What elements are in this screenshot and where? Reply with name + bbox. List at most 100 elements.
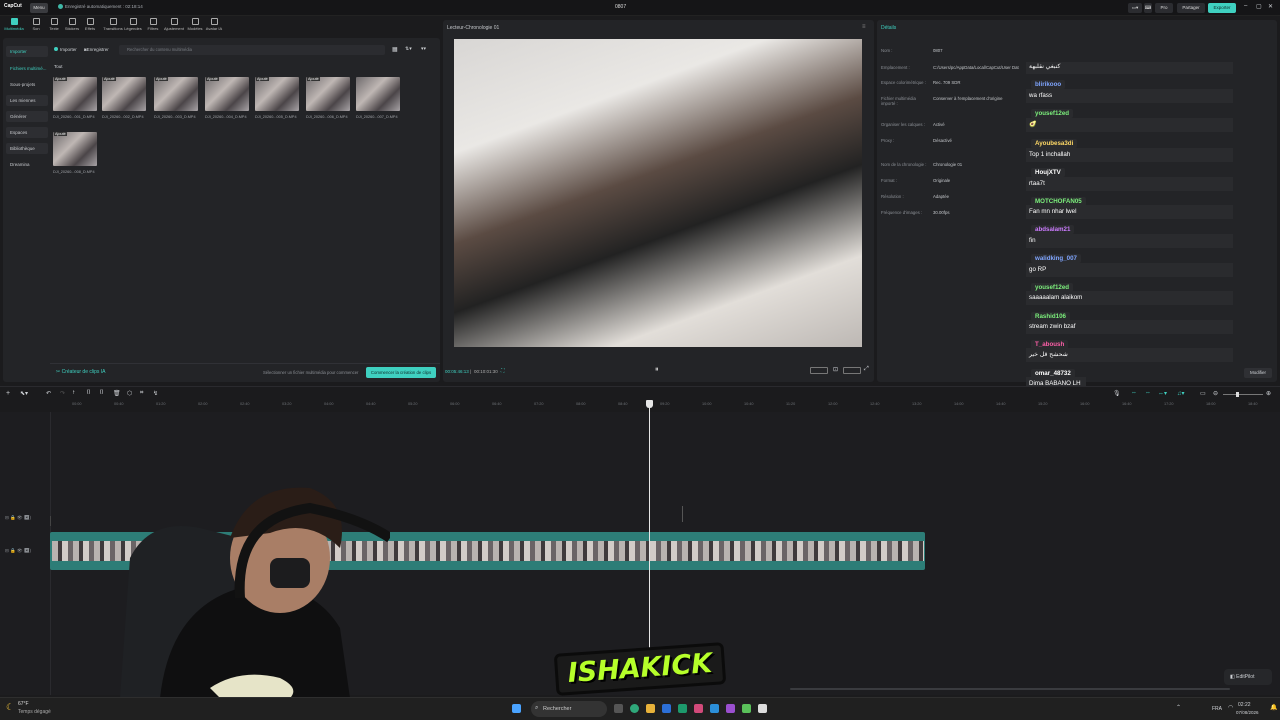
tool-stickers[interactable]: Stickers [62, 18, 82, 31]
export-button[interactable]: Exporter [1208, 3, 1236, 13]
tool-effects[interactable]: Effets [80, 18, 100, 31]
playhead-handle[interactable] [646, 400, 653, 408]
track-controls-1[interactable]: ⊟ 🔒 👁 ◀) [5, 515, 31, 521]
media-item[interactable]: Ajouté DJI_20260...004_D.MP4 [205, 77, 249, 119]
tool-filters[interactable]: Filtres [143, 18, 163, 31]
clip-creator-label[interactable]: ✂ Créateur de clips IA [56, 369, 106, 375]
zoom-slider-handle[interactable] [1236, 392, 1239, 397]
notification-icon[interactable]: 🔔 [1270, 704, 1277, 711]
share-button[interactable]: Partager [1177, 3, 1205, 13]
tool-multimedia[interactable]: Multimédia [4, 18, 24, 31]
split-icon[interactable]: ⟊ [73, 390, 75, 397]
playhead[interactable] [649, 400, 650, 660]
select-tool-icon[interactable]: ⬉▾ [20, 390, 28, 397]
more-icon[interactable]: ≡ [862, 24, 866, 30]
app-icon[interactable] [678, 704, 687, 713]
tray-chevron-icon[interactable]: ⌃ [1176, 704, 1181, 711]
app-icon[interactable] [694, 704, 703, 713]
fullscreen-toggle-icon[interactable]: ⛶ [501, 368, 505, 374]
redo-icon[interactable]: ↷ [60, 390, 65, 397]
track-controls-2[interactable]: ⊟ 🔒 👁 ◀) [5, 548, 31, 554]
audio-link-icon[interactable]: ♫▾ [1177, 390, 1185, 397]
tool-templates[interactable]: Modèles [185, 18, 205, 31]
tool-audio[interactable]: Son [26, 18, 46, 31]
delete-icon[interactable]: 🗑 [113, 390, 121, 397]
category-library[interactable]: Bibliothèque [6, 143, 48, 154]
browser-icon[interactable] [630, 704, 639, 713]
tool-adjust[interactable]: Ajustement [163, 18, 185, 31]
maximize-icon[interactable]: ▢ [1256, 3, 1262, 10]
media-item[interactable]: Ajouté DJI_20260...005_D.MP4 [255, 77, 299, 119]
filter-icon[interactable]: ▾▾ [421, 46, 426, 52]
crop-icon[interactable]: ⊡ [833, 366, 838, 373]
record-button[interactable]: ◙Enregistrer [84, 47, 109, 52]
app-icon[interactable] [710, 704, 719, 713]
preview-axis-icon[interactable]: ⇔▾ [1158, 390, 1167, 397]
start-icon[interactable] [512, 704, 521, 713]
wifi-icon[interactable]: ◠ [1228, 704, 1233, 711]
layout-icon[interactable]: ▭▾ [1128, 3, 1142, 13]
caption-icon[interactable]: ▭ [1200, 390, 1206, 397]
search-input[interactable]: Rechercher du contenu multimédia [119, 45, 385, 55]
media-item[interactable]: Ajouté DJI_20260...008_D.MP4 [53, 132, 97, 174]
pause-icon[interactable]: ⏸ [655, 366, 659, 374]
link-icon[interactable]: ⇔ [1145, 390, 1151, 396]
sort-icon[interactable]: ⇅▾ [405, 46, 412, 52]
mic-icon[interactable]: 🎙 [1113, 390, 1121, 397]
explorer-icon[interactable] [646, 704, 655, 713]
minimize-icon[interactable]: – [1244, 3, 1247, 9]
task-view-icon[interactable] [614, 704, 623, 713]
category-import[interactable]: Importer [6, 46, 48, 57]
media-item[interactable]: DJI_20260...007_D.MP4 [356, 77, 400, 119]
crop-tool-icon[interactable]: ⌗ [140, 390, 143, 397]
language-indicator[interactable]: FRA [1212, 706, 1222, 712]
weather-text[interactable]: Temps dégagé [18, 709, 51, 715]
auto-reframe-icon[interactable]: ↯ [153, 390, 158, 397]
marker-icon[interactable]: ⬡ [127, 390, 132, 397]
media-item[interactable]: Ajouté DJI_20260...003_D.MP4 [154, 77, 198, 119]
zoom-in-icon[interactable]: ⊕ [1266, 390, 1271, 397]
tool-ai-avatar[interactable]: Avatar IA [204, 18, 224, 31]
category-media-files[interactable]: Fichiers multimé... [6, 63, 48, 74]
clock-time[interactable]: 02:22 [1238, 702, 1251, 708]
import-button[interactable]: Importer [54, 47, 77, 52]
media-item[interactable]: Ajouté DJI_20260...001_D.MP4 [53, 77, 97, 119]
category-generate[interactable]: Générer [6, 111, 48, 122]
menu-button[interactable]: Menu [30, 3, 48, 13]
pro-button[interactable]: Pro [1155, 3, 1173, 13]
timeline-scrollbar[interactable] [790, 688, 1230, 690]
editpilot-button[interactable]: ◧ EditPilot [1224, 669, 1272, 685]
capcut-icon[interactable] [758, 704, 767, 713]
add-track-icon[interactable]: + [6, 390, 10, 397]
video-preview[interactable] [454, 39, 862, 347]
close-icon[interactable]: ✕ [1268, 3, 1273, 10]
edge-icon[interactable] [662, 704, 671, 713]
grid-view-icon[interactable]: ▦ [392, 46, 398, 53]
category-mine[interactable]: Les miennes [6, 95, 48, 106]
undo-icon[interactable]: ↶ [46, 390, 51, 397]
clock-date[interactable]: 07/08/2026 [1236, 710, 1259, 715]
zoom-slider[interactable] [1223, 394, 1263, 395]
category-subprojects[interactable]: Sous-projets [6, 79, 48, 90]
category-spaces[interactable]: Espaces [6, 127, 48, 138]
modify-button[interactable]: Modifier [1244, 368, 1272, 378]
tool-captions[interactable]: Légendes [123, 18, 143, 31]
all-filter[interactable]: Tout [54, 64, 63, 69]
category-dreamina[interactable]: Dreamina [6, 159, 48, 170]
taskbar-search[interactable]: Rechercher [531, 701, 607, 717]
media-item[interactable]: Ajouté DJI_20260...002_D.MP4 [102, 77, 146, 119]
magnet-icon[interactable]: ⇔ [1131, 390, 1137, 396]
fullscreen-icon[interactable]: ⤢ [864, 366, 869, 373]
ratio-icon[interactable] [810, 367, 828, 374]
shortcut-icon[interactable]: ⌨ [1144, 3, 1152, 13]
tool-transitions[interactable]: Transitions [101, 18, 125, 31]
start-clip-creation-button[interactable]: Commencer la création de clips [366, 367, 436, 378]
trim-left-icon[interactable]: ⌷ [87, 390, 91, 397]
app-icon[interactable] [742, 704, 751, 713]
app-icon[interactable] [726, 704, 735, 713]
media-item[interactable]: Ajouté DJI_20260...006_D.MP4 [306, 77, 350, 119]
tool-text[interactable]: Texte [44, 18, 64, 31]
zoom-out-icon[interactable]: ⊖ [1213, 390, 1218, 397]
quality-icon[interactable] [843, 367, 861, 374]
trim-right-icon[interactable]: ⌷ [100, 390, 104, 397]
